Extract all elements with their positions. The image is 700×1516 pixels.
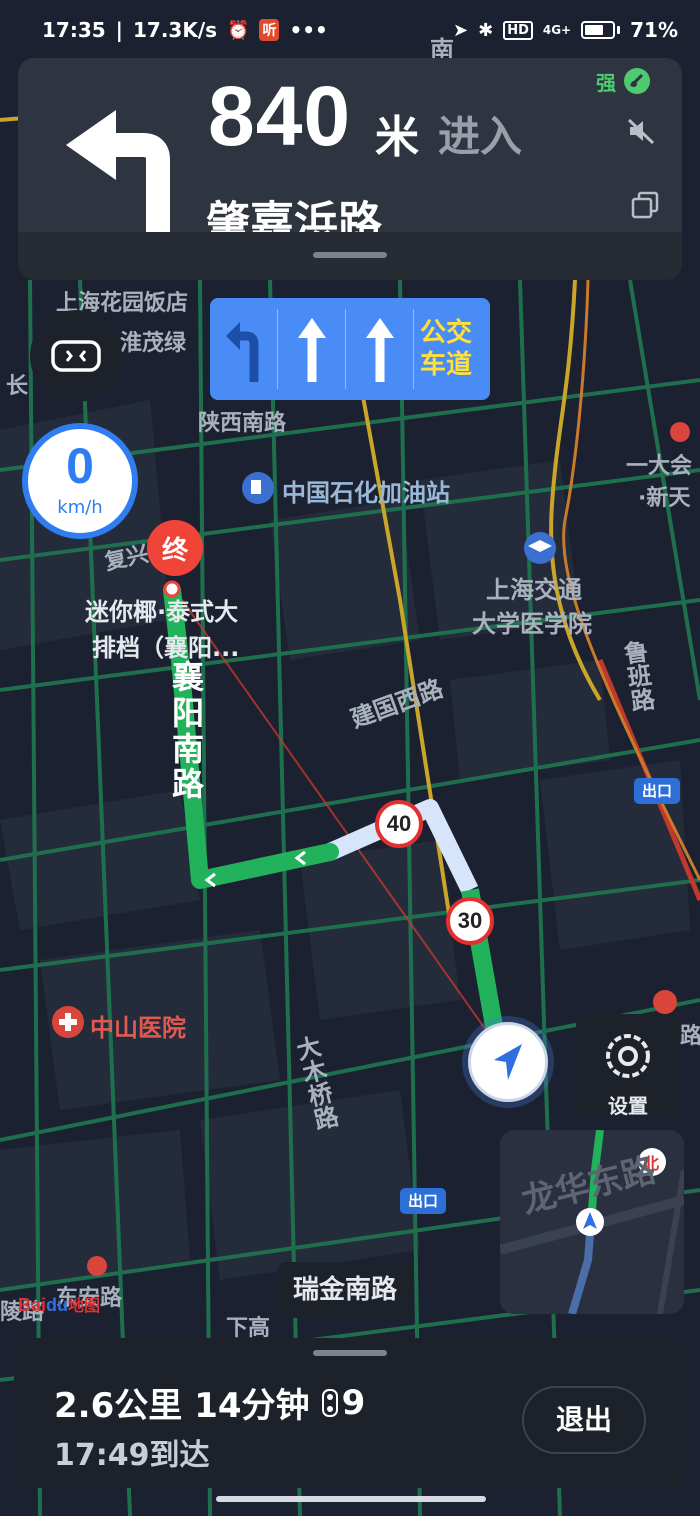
route-road-label: 襄阳南路 — [171, 658, 204, 804]
distance-unit: 米 — [375, 112, 419, 163]
speed-limit-sign: 30 — [446, 897, 494, 945]
gps-signal-label: 强 — [596, 70, 616, 95]
alarm-icon: ⏰ — [227, 19, 250, 41]
location-icon: ➤ — [453, 19, 469, 41]
bus-lane-line2: 车道 — [420, 350, 473, 380]
arrival-time: 17:49到达 — [54, 1438, 210, 1473]
battery-percent: 71% — [630, 18, 678, 42]
sheet-handle[interactable] — [313, 1350, 387, 1356]
poi-label: 排档（襄阳... — [92, 634, 240, 662]
bus-lane-line1: 公交 — [420, 317, 473, 348]
trip-summary-sheet[interactable]: 2.6公里 14分钟 9 17:49到达 退出 — [14, 1338, 686, 1488]
speed-limit-sign: 40 — [375, 800, 423, 848]
current-street-label: 瑞金南路 — [277, 1262, 414, 1318]
school-icon — [524, 532, 556, 564]
trip-summary: 2.6公里 14分钟 9 — [54, 1378, 365, 1427]
speedometer: 0 km/h — [22, 423, 138, 539]
status-net-speed: 17.3K/s — [132, 18, 218, 42]
map-label: 中国石化加油站 — [282, 479, 450, 507]
current-location-marker — [468, 1022, 548, 1102]
turn-action: 进入 — [438, 112, 523, 161]
traffic-light-icon — [321, 1388, 338, 1417]
gps-signal-indicator: 强 — [596, 66, 652, 96]
exit-badge: 出口 — [400, 1188, 446, 1214]
map-mode-button[interactable] — [30, 310, 122, 402]
satellite-icon — [624, 68, 650, 94]
bus-lane-label: 公交 车道 — [414, 317, 472, 382]
turn-guidance-panel[interactable]: 840 米 进入 肇嘉浜路 强 — [18, 58, 682, 265]
speed-unit: km/h — [57, 497, 103, 518]
baidu-map-logo: Baidu地图 — [18, 1295, 101, 1315]
signal-icon: 4G+ — [542, 23, 572, 37]
battery-icon — [581, 21, 621, 39]
trip-distance: 2.6公里 — [54, 1386, 183, 1426]
hd-icon: HD — [503, 20, 533, 40]
home-indicator[interactable] — [216, 1496, 486, 1502]
poi-label: 迷你椰·泰式大 — [85, 598, 239, 626]
gear-icon — [606, 1034, 650, 1078]
trip-duration: 14分钟 — [194, 1386, 310, 1426]
map-label: 路 — [680, 1024, 700, 1049]
status-time: 17:35 — [42, 18, 106, 42]
hospital-icon — [52, 1006, 84, 1038]
exit-badge: 出口 — [634, 778, 680, 804]
destination-marker[interactable]: 终 — [147, 520, 203, 576]
mute-icon[interactable] — [626, 116, 656, 146]
straight-icon — [365, 318, 394, 382]
straight-icon — [297, 318, 326, 382]
map-label: 淮茂绿 — [120, 331, 187, 356]
current-speed: 0 — [66, 438, 94, 494]
lane-straight-1 — [278, 309, 346, 389]
traffic-light-count: 9 — [321, 1382, 366, 1423]
lane-left — [210, 309, 278, 389]
map-label: 陕西南路 — [198, 411, 287, 436]
settings-button[interactable]: 设置 — [576, 1014, 680, 1118]
traffic-light-value: 9 — [341, 1382, 366, 1423]
turn-distance: 840 — [208, 69, 352, 163]
robot-face-icon — [51, 340, 101, 372]
lane-guidance: 公交 车道 — [210, 298, 490, 400]
exit-navigation-button[interactable]: 退出 — [522, 1386, 646, 1454]
drawer-handle[interactable] — [313, 252, 387, 258]
navigation-arrow-icon — [494, 1044, 522, 1080]
map-label: 一大会 — [626, 454, 693, 479]
map-label: 中山医院 — [90, 1014, 186, 1042]
map-label: 上海交通 — [486, 576, 582, 604]
map-label: 长 — [6, 374, 29, 399]
left-turn-icon — [225, 322, 258, 382]
status-divider: | — [115, 18, 123, 42]
map-label: 大学医学院 — [472, 610, 592, 638]
lane-straight-2 — [346, 309, 414, 389]
more-icon: ••• — [289, 18, 328, 42]
map-label: ·新天 — [638, 486, 691, 511]
bluetooth-icon: ✱ — [478, 19, 494, 41]
settings-label: 设置 — [608, 1094, 648, 1118]
app-badge-icon: 听 — [259, 19, 280, 41]
status-bar: 17:35 | 17.3K/s ⏰ 听 ••• ➤ ✱ HD 4G+ 71% — [0, 0, 700, 60]
guidance-drawer[interactable] — [18, 232, 682, 280]
window-mode-icon[interactable] — [630, 190, 660, 220]
gas-station-icon — [242, 472, 274, 504]
